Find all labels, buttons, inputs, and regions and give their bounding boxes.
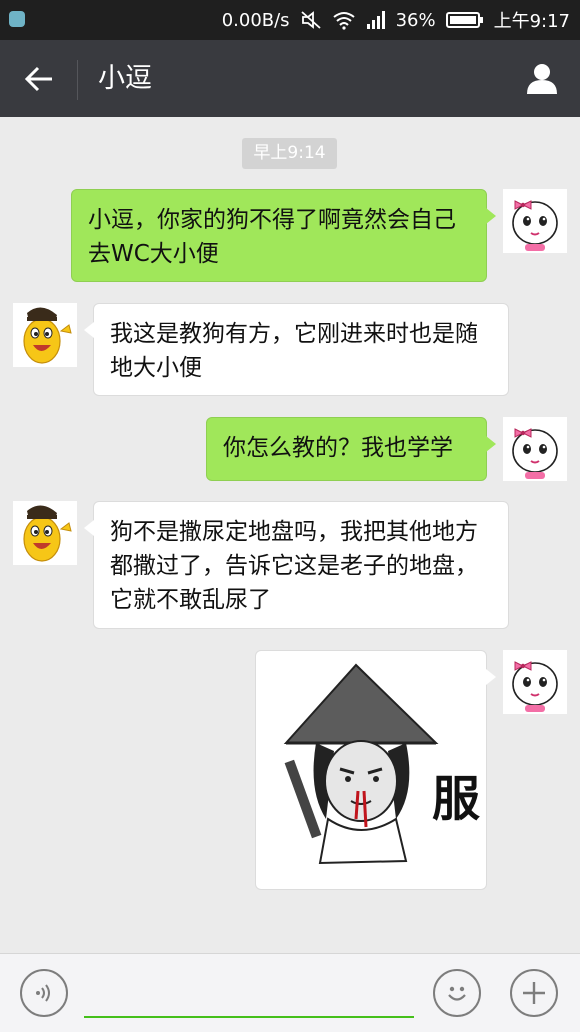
- app-notification-icon: [9, 11, 25, 27]
- outgoing-sticker-message[interactable]: 服: [255, 650, 496, 890]
- message-text: 狗不是撒尿定地盘吗，我把其他地方都撒过了，告诉它这是老子的地盘，它就不敢乱尿了: [110, 519, 478, 613]
- back-arrow-icon: [24, 66, 52, 92]
- sticker-caption: 服: [432, 771, 481, 827]
- plus-icon: [523, 982, 545, 1004]
- incoming-message[interactable]: 狗不是撒尿定地盘吗，我把其他地方都撒过了，告诉它这是老子的地盘，它就不敢乱尿了: [84, 501, 509, 629]
- input-bar: [0, 953, 580, 1032]
- header-divider: [77, 60, 78, 100]
- status-indicators: 0.00B/s 36% 上午9:17: [222, 0, 570, 40]
- message-timestamp: 早上9:14: [242, 138, 337, 169]
- outgoing-message[interactable]: 你怎么教的？我也学学: [206, 417, 496, 481]
- battery-icon: [445, 11, 484, 29]
- chat-info-button[interactable]: [522, 58, 562, 98]
- wifi-icon: [332, 10, 356, 30]
- message-text: 我这是教狗有方，它刚进来时也是随地大小便: [110, 321, 478, 381]
- contact-avatar[interactable]: [13, 501, 77, 565]
- person-icon: [527, 64, 557, 94]
- voice-wave-icon: [36, 984, 50, 1002]
- more-options-button[interactable]: [510, 969, 558, 1017]
- message-text: 小逗，你家的狗不得了啊竟然会自己去WC大小便: [88, 207, 456, 267]
- emoji-button[interactable]: [433, 969, 481, 1017]
- message-list[interactable]: 早上9:14 小逗，你家的狗不得了啊竟然会自己去WC大小便 我这是教狗有方，它刚…: [0, 117, 580, 953]
- my-avatar[interactable]: [503, 189, 567, 253]
- back-button[interactable]: [20, 60, 58, 98]
- contact-avatar[interactable]: [13, 303, 77, 367]
- my-avatar[interactable]: [503, 417, 567, 481]
- message-text: 你怎么教的？我也学学: [223, 435, 453, 461]
- chat-title: 小逗: [98, 63, 152, 94]
- network-speed: 0.00B/s: [221, 9, 290, 31]
- voice-button[interactable]: [20, 969, 68, 1017]
- outgoing-message[interactable]: 小逗，你家的狗不得了啊竟然会自己去WC大小便: [71, 189, 496, 282]
- smiley-icon: [448, 986, 466, 1001]
- incoming-message[interactable]: 我这是教狗有方，它刚进来时也是随地大小便: [84, 303, 509, 396]
- chat-header: 小逗: [0, 40, 580, 117]
- status-bar: 0.00B/s 36% 上午9:17: [0, 0, 580, 40]
- clock: 上午9:17: [493, 11, 570, 32]
- signal-icon: [366, 10, 386, 30]
- message-input[interactable]: [84, 974, 414, 1018]
- battery-percent: 36%: [395, 9, 436, 31]
- my-avatar[interactable]: [503, 650, 567, 714]
- mute-icon: [300, 10, 322, 30]
